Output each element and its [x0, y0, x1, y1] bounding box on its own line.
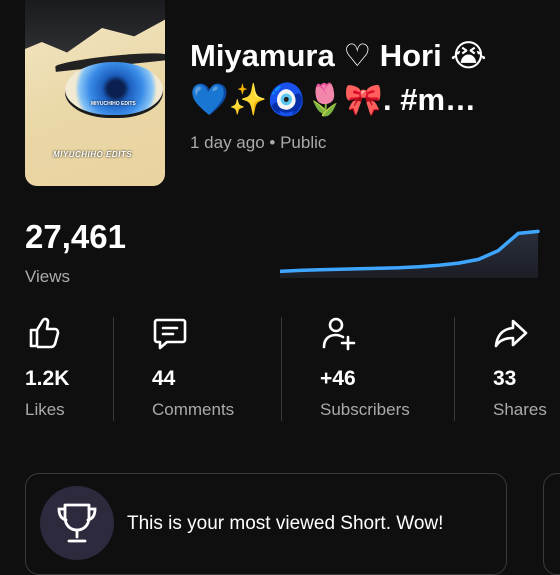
stat-value: +46 [320, 367, 356, 390]
views-label: Views [25, 267, 71, 286]
add-person-icon [322, 317, 356, 351]
thumbnail-eye [65, 62, 163, 118]
stat-divider [281, 317, 282, 421]
stat-divider [113, 317, 114, 421]
stat-label: Subscribers [320, 400, 410, 419]
trophy-badge [40, 486, 114, 560]
thumbnail-watermark: MIYUCHIHO EDITS [53, 150, 133, 159]
views-trend-chart [280, 229, 540, 278]
views-count: 27,461 [25, 218, 126, 255]
stat-divider [454, 317, 455, 421]
achievement-text: This is your most viewed Short. Wow! [127, 513, 444, 534]
share-icon [494, 319, 528, 348]
trophy-icon [57, 503, 97, 543]
thumbnail-watermark-small: MIYUCHIHO EDITS [91, 101, 136, 107]
video-title-line-2: 💙✨🧿🌷🎀. #m… [190, 82, 477, 117]
stat-label: Comments [152, 400, 235, 419]
stat-value: 44 [152, 367, 176, 390]
stat-label: Shares [493, 400, 547, 419]
video-thumbnail[interactable]: MIYUCHIHO EDITS MIYUCHIHO EDITS [25, 0, 165, 186]
thumbs-up-icon [29, 317, 60, 349]
video-meta: 1 day ago • Public [190, 133, 327, 152]
video-title-line-1: Miyamura ♡ Hori 😭 [190, 38, 487, 73]
stat-value: 1.2K [25, 367, 70, 390]
stat-value: 33 [493, 367, 517, 390]
stat-label: Likes [25, 400, 65, 419]
comments-icon [153, 318, 187, 350]
video-title: Miyamura ♡ Hori 😭 💙✨🧿🌷🎀. #m… [190, 34, 550, 122]
stats-row: 1.2K Likes 44 Comments +46 Subscribers 3… [0, 315, 560, 425]
